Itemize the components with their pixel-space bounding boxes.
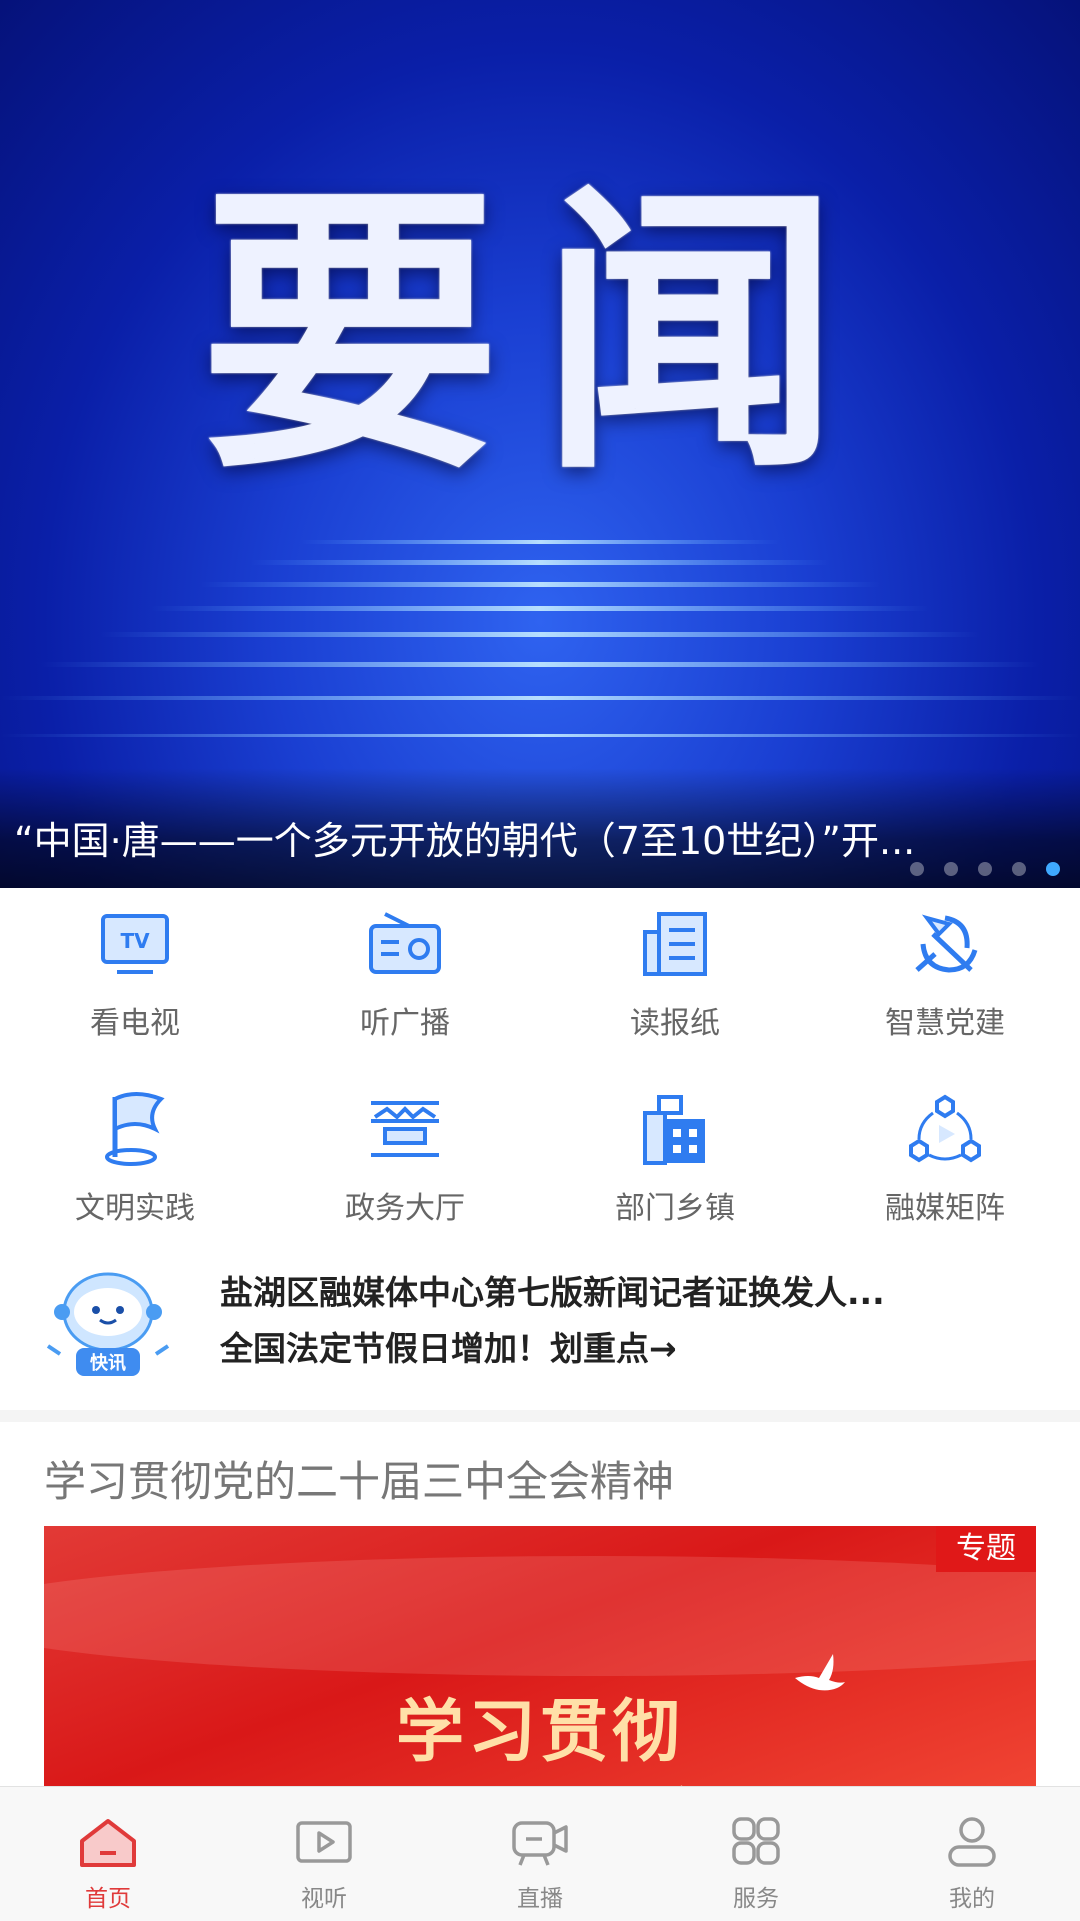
hero-carousel[interactable]: 要闻 “中国·唐——一个多元开放的朝代（7至10世纪）”开... [0,0,1080,888]
service-label: 部门乡镇 [615,1191,735,1226]
tab-label: 视听 [301,1886,347,1912]
section-divider [0,1410,1080,1422]
tab-profile[interactable]: 我的 [864,1787,1080,1921]
flag-icon [105,1092,165,1166]
services-grid-icon [732,1817,780,1865]
kuaixun-headline[interactable]: 盐湖区融媒体中心第七版新闻记者证换发人... [220,1266,1030,1314]
topic-banner[interactable]: 专题 学习贯彻 党的二十届三中全会精神 [44,1526,1036,1786]
service-label: 看电视 [90,1006,180,1041]
service-government-hall[interactable]: 政务大厅 [270,1073,540,1258]
tab-label: 我的 [949,1886,995,1912]
carousel-dot[interactable] [1012,862,1026,876]
tab-home[interactable]: 首页 [0,1787,216,1921]
hero-caption[interactable]: “中国·唐——一个多元开放的朝代（7至10世纪）”开... [14,810,1066,865]
kuaixun-badge-text: 快讯 [90,1352,126,1374]
building-icon [643,1095,705,1165]
home-icon [80,1819,136,1867]
tab-label: 首页 [85,1886,131,1912]
tab-label: 服务 [733,1886,779,1912]
bottom-tab-bar: 首页 视听 直播 服务 我的 [0,1786,1080,1921]
carousel-dot[interactable] [944,862,958,876]
service-media-matrix[interactable]: 融媒矩阵 [810,1073,1080,1258]
service-watch-tv[interactable]: TV 看电视 [0,888,270,1073]
hero-headline: 要闻 [200,160,880,509]
tab-services[interactable]: 服务 [648,1787,864,1921]
robot-mascot-icon: 快讯 [46,1272,170,1376]
service-label: 政务大厅 [345,1191,465,1226]
service-grid: TV 看电视 听广播 读报纸 智慧党建 文明实践 政务大厅 部门乡镇 融媒矩阵 [0,888,1080,1243]
topic-banner-line: 学习贯彻 [395,1693,684,1772]
government-hall-icon [371,1101,439,1157]
kuaixun-news: 快讯 盐湖区融媒体中心第七版新闻记者证换发人... 全国法定节假日增加！划重点→ [0,1250,1080,1400]
carousel-dot-active[interactable] [1046,862,1060,876]
tv-icon: TV [101,914,169,974]
service-label: 融媒矩阵 [885,1191,1005,1226]
service-read-newspaper[interactable]: 读报纸 [540,888,810,1073]
tab-live[interactable]: 直播 [432,1787,648,1921]
service-department-town[interactable]: 部门乡镇 [540,1073,810,1258]
service-label: 智慧党建 [885,1006,1005,1041]
service-smart-party[interactable]: 智慧党建 [810,888,1080,1073]
tab-video[interactable]: 视听 [216,1787,432,1921]
carousel-dot[interactable] [910,862,924,876]
section-title[interactable]: 学习贯彻党的二十届三中全会精神 [44,1448,674,1509]
service-label: 听广播 [360,1006,450,1041]
stage-light-stripes [0,540,1080,737]
topic-badge: 专题 [936,1526,1036,1572]
party-emblem-icon [915,914,978,973]
service-label: 文明实践 [75,1191,195,1226]
banner-wave [44,1556,1036,1676]
media-matrix-icon [909,1094,981,1163]
kuaixun-headline[interactable]: 全国法定节假日增加！划重点→ [220,1322,1030,1370]
topic-banner-line: 党的二十届三中全会精神 [44,1766,1036,1786]
profile-icon [948,1817,996,1867]
video-icon [296,1821,352,1863]
newspaper-icon [643,912,707,976]
carousel-indicator [910,862,1060,876]
radio-icon [369,912,441,974]
service-civilization-practice[interactable]: 文明实践 [0,1073,270,1258]
service-label: 读报纸 [630,1006,720,1041]
service-listen-radio[interactable]: 听广播 [270,888,540,1073]
svg-text:TV: TV [120,929,150,953]
live-camera-icon [512,1821,568,1866]
carousel-dot[interactable] [978,862,992,876]
tab-label: 直播 [517,1886,563,1912]
